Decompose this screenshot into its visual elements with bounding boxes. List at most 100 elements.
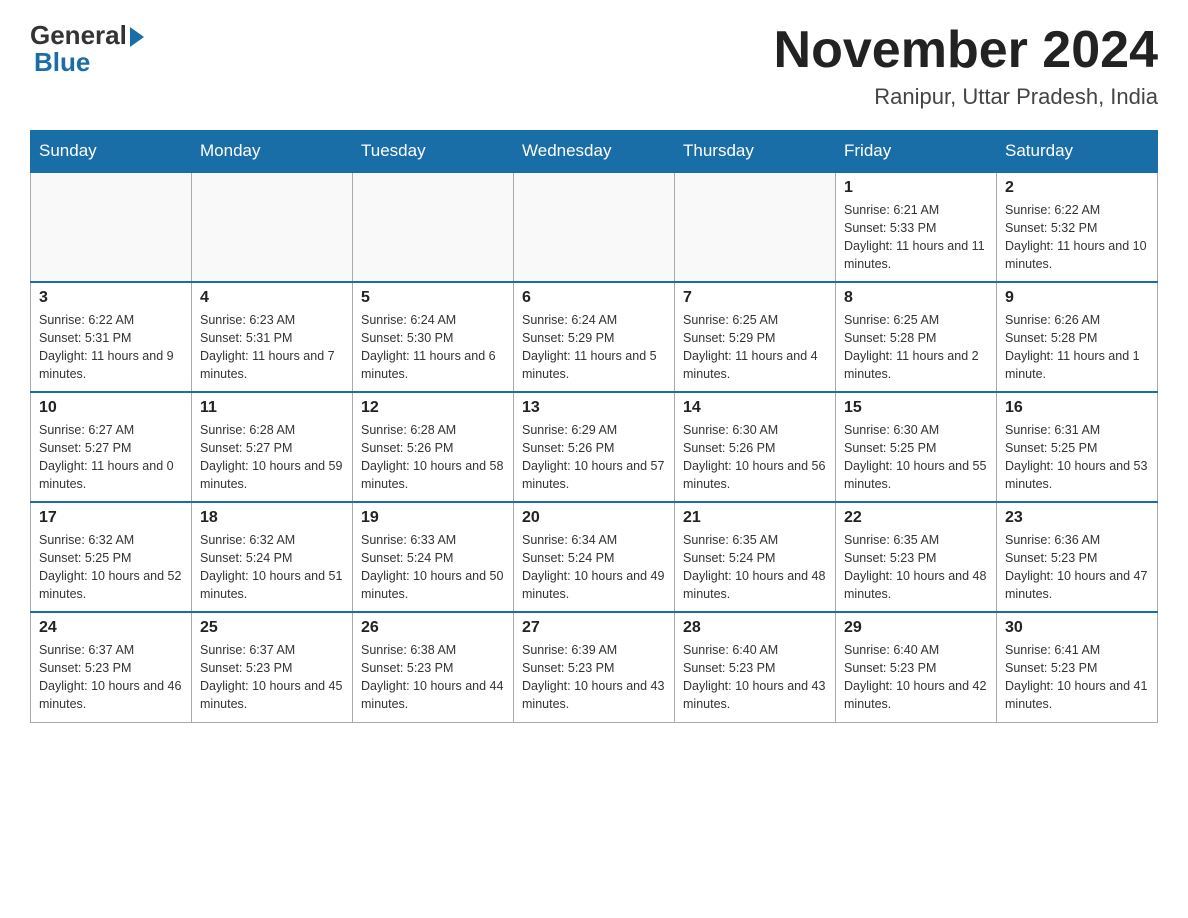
calendar-cell: 12 Sunrise: 6:28 AM Sunset: 5:26 PM Dayli… [353, 392, 514, 502]
location-subtitle: Ranipur, Uttar Pradesh, India [774, 84, 1158, 110]
logo: General Blue [30, 20, 144, 78]
day-info: Sunrise: 6:22 AM Sunset: 5:31 PM Dayligh… [39, 311, 183, 384]
calendar-cell [31, 172, 192, 282]
day-info: Sunrise: 6:39 AM Sunset: 5:23 PM Dayligh… [522, 641, 666, 714]
calendar-cell: 26 Sunrise: 6:38 AM Sunset: 5:23 PM Dayli… [353, 612, 514, 722]
calendar-cell: 1Sunrise: 6:21 AM Sunset: 5:33 PM Daylig… [836, 172, 997, 282]
day-number: 5 [361, 289, 505, 307]
day-info: Sunrise: 6:32 AM Sunset: 5:24 PM Dayligh… [200, 531, 344, 604]
day-info: Sunrise: 6:30 AM Sunset: 5:26 PM Dayligh… [683, 421, 827, 494]
calendar-cell: 15Sunrise: 6:30 AM Sunset: 5:25 PM Dayli… [836, 392, 997, 502]
day-of-week-header: Saturday [997, 131, 1158, 173]
calendar-table: SundayMondayTuesdayWednesdayThursdayFrid… [30, 130, 1158, 723]
calendar-cell: 3 Sunrise: 6:22 AM Sunset: 5:31 PM Daylig… [31, 282, 192, 392]
day-info: Sunrise: 6:22 AM Sunset: 5:32 PM Dayligh… [1005, 201, 1149, 274]
day-info: Sunrise: 6:21 AM Sunset: 5:33 PM Dayligh… [844, 201, 988, 274]
calendar-cell: 4Sunrise: 6:23 AM Sunset: 5:31 PM Daylig… [192, 282, 353, 392]
day-info: Sunrise: 6:36 AM Sunset: 5:23 PM Dayligh… [1005, 531, 1149, 604]
day-info: Sunrise: 6:29 AM Sunset: 5:26 PM Dayligh… [522, 421, 666, 494]
day-info: Sunrise: 6:31 AM Sunset: 5:25 PM Dayligh… [1005, 421, 1149, 494]
calendar-cell: 11 Sunrise: 6:28 AM Sunset: 5:27 PM Dayli… [192, 392, 353, 502]
calendar-cell: 25 Sunrise: 6:37 AM Sunset: 5:23 PM Dayli… [192, 612, 353, 722]
week-row: 17Sunrise: 6:32 AM Sunset: 5:25 PM Dayli… [31, 502, 1158, 612]
week-row: 24Sunrise: 6:37 AM Sunset: 5:23 PM Dayli… [31, 612, 1158, 722]
day-number: 14 [683, 399, 827, 417]
day-info: Sunrise: 6:25 AM Sunset: 5:28 PM Dayligh… [844, 311, 988, 384]
page-header: General Blue November 2024 Ranipur, Utta… [30, 20, 1158, 110]
week-row: 3 Sunrise: 6:22 AM Sunset: 5:31 PM Daylig… [31, 282, 1158, 392]
calendar-cell: 29Sunrise: 6:40 AM Sunset: 5:23 PM Dayli… [836, 612, 997, 722]
day-of-week-header: Tuesday [353, 131, 514, 173]
day-info: Sunrise: 6:40 AM Sunset: 5:23 PM Dayligh… [844, 641, 988, 714]
calendar-cell: 16 Sunrise: 6:31 AM Sunset: 5:25 PM Dayli… [997, 392, 1158, 502]
logo-blue-text: Blue [30, 47, 90, 78]
calendar-cell: 14 Sunrise: 6:30 AM Sunset: 5:26 PM Dayli… [675, 392, 836, 502]
calendar-header-row: SundayMondayTuesdayWednesdayThursdayFrid… [31, 131, 1158, 173]
day-number: 2 [1005, 179, 1149, 197]
day-number: 30 [1005, 619, 1149, 637]
day-number: 11 [200, 399, 344, 417]
day-info: Sunrise: 6:41 AM Sunset: 5:23 PM Dayligh… [1005, 641, 1149, 714]
day-info: Sunrise: 6:32 AM Sunset: 5:25 PM Dayligh… [39, 531, 183, 604]
day-info: Sunrise: 6:28 AM Sunset: 5:27 PM Dayligh… [200, 421, 344, 494]
day-of-week-header: Monday [192, 131, 353, 173]
day-number: 26 [361, 619, 505, 637]
calendar-cell [192, 172, 353, 282]
day-info: Sunrise: 6:40 AM Sunset: 5:23 PM Dayligh… [683, 641, 827, 714]
day-info: Sunrise: 6:25 AM Sunset: 5:29 PM Dayligh… [683, 311, 827, 384]
calendar-cell: 27Sunrise: 6:39 AM Sunset: 5:23 PM Dayli… [514, 612, 675, 722]
day-number: 13 [522, 399, 666, 417]
calendar-cell: 6 Sunrise: 6:24 AM Sunset: 5:29 PM Daylig… [514, 282, 675, 392]
day-of-week-header: Thursday [675, 131, 836, 173]
day-info: Sunrise: 6:37 AM Sunset: 5:23 PM Dayligh… [200, 641, 344, 714]
day-number: 23 [1005, 509, 1149, 527]
calendar-cell: 22 Sunrise: 6:35 AM Sunset: 5:23 PM Dayli… [836, 502, 997, 612]
day-number: 4 [200, 289, 344, 307]
calendar-cell: 24Sunrise: 6:37 AM Sunset: 5:23 PM Dayli… [31, 612, 192, 722]
day-info: Sunrise: 6:33 AM Sunset: 5:24 PM Dayligh… [361, 531, 505, 604]
title-section: November 2024 Ranipur, Uttar Pradesh, In… [774, 20, 1158, 110]
day-info: Sunrise: 6:35 AM Sunset: 5:24 PM Dayligh… [683, 531, 827, 604]
day-info: Sunrise: 6:28 AM Sunset: 5:26 PM Dayligh… [361, 421, 505, 494]
day-info: Sunrise: 6:27 AM Sunset: 5:27 PM Dayligh… [39, 421, 183, 494]
day-number: 22 [844, 509, 988, 527]
calendar-cell: 10 Sunrise: 6:27 AM Sunset: 5:27 PM Dayli… [31, 392, 192, 502]
day-number: 10 [39, 399, 183, 417]
logo-arrow-icon [130, 27, 144, 47]
week-row: 1Sunrise: 6:21 AM Sunset: 5:33 PM Daylig… [31, 172, 1158, 282]
week-row: 10 Sunrise: 6:27 AM Sunset: 5:27 PM Dayli… [31, 392, 1158, 502]
calendar-cell: 17Sunrise: 6:32 AM Sunset: 5:25 PM Dayli… [31, 502, 192, 612]
day-number: 8 [844, 289, 988, 307]
day-of-week-header: Wednesday [514, 131, 675, 173]
calendar-cell [353, 172, 514, 282]
day-info: Sunrise: 6:24 AM Sunset: 5:30 PM Dayligh… [361, 311, 505, 384]
calendar-cell: 19 Sunrise: 6:33 AM Sunset: 5:24 PM Dayli… [353, 502, 514, 612]
calendar-cell: 28Sunrise: 6:40 AM Sunset: 5:23 PM Dayli… [675, 612, 836, 722]
day-info: Sunrise: 6:34 AM Sunset: 5:24 PM Dayligh… [522, 531, 666, 604]
calendar-cell: 23 Sunrise: 6:36 AM Sunset: 5:23 PM Dayli… [997, 502, 1158, 612]
day-number: 9 [1005, 289, 1149, 307]
day-number: 21 [683, 509, 827, 527]
day-number: 25 [200, 619, 344, 637]
day-number: 6 [522, 289, 666, 307]
day-info: Sunrise: 6:35 AM Sunset: 5:23 PM Dayligh… [844, 531, 988, 604]
calendar-cell: 20 Sunrise: 6:34 AM Sunset: 5:24 PM Dayli… [514, 502, 675, 612]
day-info: Sunrise: 6:26 AM Sunset: 5:28 PM Dayligh… [1005, 311, 1149, 384]
day-number: 18 [200, 509, 344, 527]
calendar-cell: 21 Sunrise: 6:35 AM Sunset: 5:24 PM Dayli… [675, 502, 836, 612]
day-info: Sunrise: 6:24 AM Sunset: 5:29 PM Dayligh… [522, 311, 666, 384]
calendar-cell: 2 Sunrise: 6:22 AM Sunset: 5:32 PM Daylig… [997, 172, 1158, 282]
day-number: 20 [522, 509, 666, 527]
day-number: 3 [39, 289, 183, 307]
day-number: 19 [361, 509, 505, 527]
day-number: 12 [361, 399, 505, 417]
calendar-cell: 7 Sunrise: 6:25 AM Sunset: 5:29 PM Daylig… [675, 282, 836, 392]
day-info: Sunrise: 6:38 AM Sunset: 5:23 PM Dayligh… [361, 641, 505, 714]
day-number: 16 [1005, 399, 1149, 417]
day-number: 7 [683, 289, 827, 307]
calendar-cell: 9 Sunrise: 6:26 AM Sunset: 5:28 PM Daylig… [997, 282, 1158, 392]
calendar-cell: 13 Sunrise: 6:29 AM Sunset: 5:26 PM Dayli… [514, 392, 675, 502]
calendar-cell: 8 Sunrise: 6:25 AM Sunset: 5:28 PM Daylig… [836, 282, 997, 392]
main-title: November 2024 [774, 20, 1158, 80]
calendar-cell: 5 Sunrise: 6:24 AM Sunset: 5:30 PM Daylig… [353, 282, 514, 392]
